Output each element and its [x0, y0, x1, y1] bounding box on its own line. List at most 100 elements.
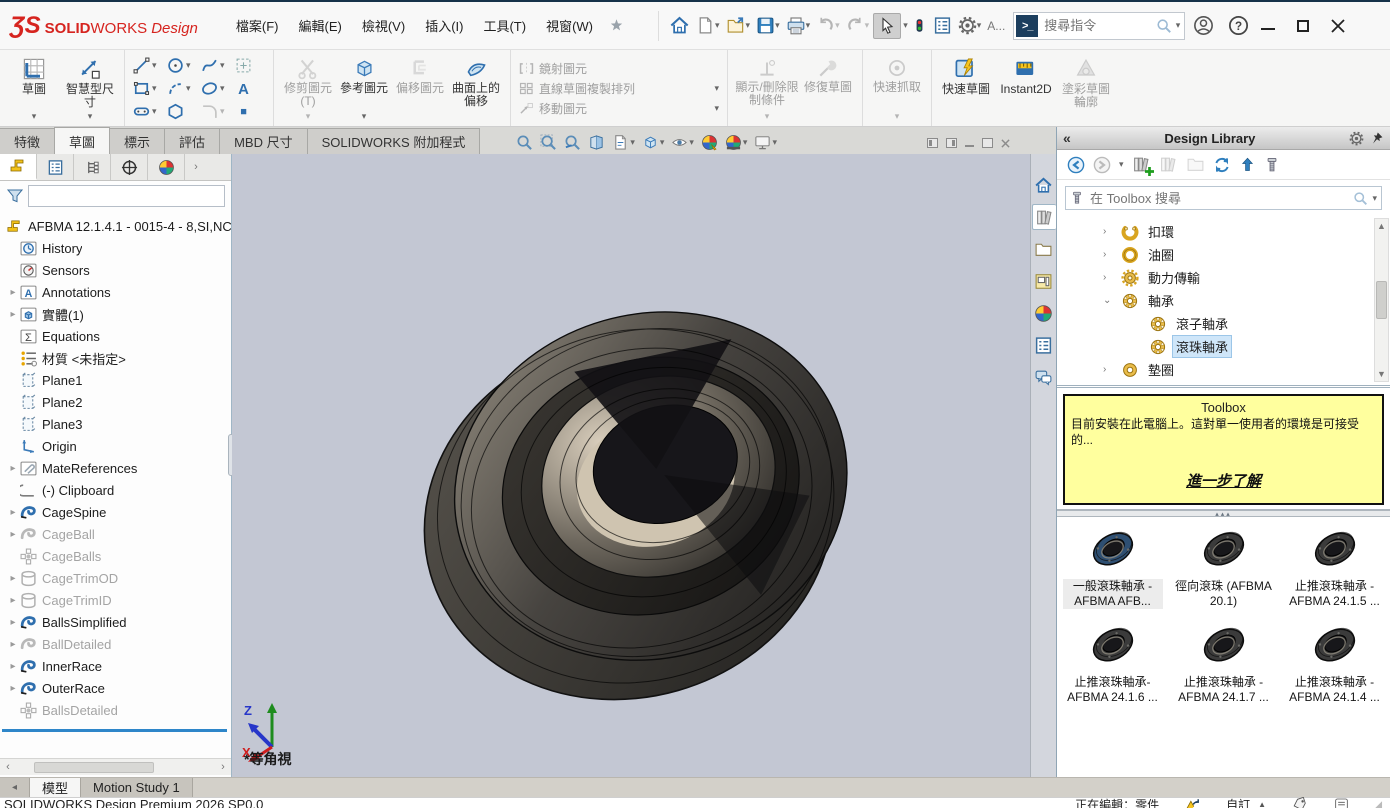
bearing-model[interactable] [412, 274, 872, 724]
tree-item-plane3[interactable]: Plane3 [0, 413, 231, 435]
previous-view-icon[interactable] [564, 134, 581, 151]
tab-propertymanager[interactable] [37, 154, 74, 180]
view-orientation-icon[interactable]: ▾ [642, 134, 665, 151]
tab-configurationmanager[interactable] [74, 154, 111, 180]
account-button[interactable] [1191, 11, 1216, 40]
pane-splitter[interactable]: ▴▴▴ [1057, 509, 1390, 517]
tree-item-plane1[interactable]: Plane1 [0, 369, 231, 391]
linear-sketch-pattern-button[interactable]: 直線草圖複製排列▾ [519, 80, 719, 97]
hide-show-items-icon[interactable]: ▾ [671, 134, 694, 151]
tab-dimxpertmanager[interactable] [111, 154, 148, 180]
tabs-scroll-icon[interactable]: ◂ [0, 778, 30, 797]
tree-item-plane2[interactable]: Plane2 [0, 391, 231, 413]
spline-tool[interactable]: ▾ [199, 54, 233, 76]
library-item-ball-bearings[interactable]: 滾珠軸承 [1057, 335, 1390, 358]
tab-solidworks-addins[interactable]: SOLIDWORKS 附加程式 [307, 128, 481, 154]
tab-features[interactable]: 特徵 [0, 128, 55, 154]
sketch-button[interactable]: 草圖▾ [6, 54, 62, 122]
tab-motion-study-1[interactable]: Motion Study 1 [81, 778, 193, 797]
refresh-button[interactable] [1213, 156, 1231, 174]
strip-appearances-icon[interactable] [1032, 300, 1056, 326]
pane-settings-gear-icon[interactable] [1349, 131, 1364, 146]
strip-file-explorer-icon[interactable] [1032, 236, 1056, 262]
save-button[interactable]: ▾ [754, 12, 782, 39]
scroll-thumb[interactable] [34, 762, 154, 773]
strip-home-icon[interactable] [1032, 172, 1056, 198]
toolbox-search-input[interactable] [1088, 190, 1349, 207]
search-icon[interactable] [1156, 18, 1172, 34]
tree-item-solid-bodies[interactable]: ▸實體(1) [0, 303, 231, 325]
strip-view-palette-icon[interactable] [1032, 268, 1056, 294]
tree-item-cagespine[interactable]: ▸CageSpine [0, 501, 231, 523]
library-thumbnail[interactable]: 止推滾珠軸承 - AFBMA 24.1.4 ... [1279, 619, 1390, 705]
units-selector[interactable]: 自訂▲ [1226, 796, 1266, 808]
repair-sketch-button[interactable]: 修復草圖 [800, 54, 856, 122]
menu-file[interactable]: 檔案(F) [226, 10, 289, 41]
tab-featuremanager-tree[interactable] [0, 154, 37, 180]
polygon-tool[interactable] [165, 100, 199, 122]
close-button[interactable] [1331, 19, 1345, 33]
tab-markup[interactable]: 標示 [109, 128, 165, 154]
offset-entities-button[interactable]: 偏移圖元 [392, 54, 448, 122]
tag-icon[interactable] [1292, 797, 1308, 808]
tab-evaluate[interactable]: 評估 [164, 128, 220, 154]
select-tool-button[interactable] [873, 13, 901, 39]
tree-horizontal-scrollbar[interactable]: ‹ › [0, 758, 231, 775]
graphics-viewport[interactable]: Z X *等角視 [232, 154, 1030, 777]
tree-item-cageballs[interactable]: CageBalls [0, 545, 231, 567]
settings-gear-button[interactable]: ▾ [956, 12, 984, 39]
rectangle-tool[interactable]: ▾ [131, 77, 165, 99]
viewport-close-icon[interactable] [1001, 139, 1010, 148]
dock-left-icon[interactable] [927, 138, 938, 148]
offset-on-surface-button[interactable]: 曲面上的偏移 [448, 54, 504, 122]
tree-item-balldetailed[interactable]: ▸BallDetailed [0, 633, 231, 655]
search-dropdown[interactable]: ▾ [1372, 194, 1377, 203]
tree-item-equations[interactable]: Equations [0, 325, 231, 347]
library-item-washers[interactable]: ›墊圈 [1057, 358, 1390, 381]
point-tool[interactable] [233, 100, 267, 122]
smart-dimension-button[interactable]: 智慧型尺寸▾ [62, 54, 118, 122]
zoom-area-icon[interactable] [540, 134, 557, 151]
apply-scene-icon[interactable]: ▾ [725, 134, 748, 151]
tree-item-outerrace[interactable]: ▸OuterRace [0, 677, 231, 699]
performance-lights-icon[interactable] [910, 12, 929, 39]
library-item-bearings[interactable]: ⌄軸承 [1057, 289, 1390, 312]
menu-insert[interactable]: 插入(I) [415, 10, 473, 41]
command-search-input[interactable] [1038, 18, 1155, 33]
annotation-views-icon[interactable]: ▾ [612, 134, 635, 151]
tree-item-ballsdetailed[interactable]: BallsDetailed [0, 699, 231, 721]
open-folder-button[interactable] [1186, 155, 1205, 174]
circle-tool[interactable]: ▾ [165, 54, 199, 76]
strip-custom-properties-icon[interactable] [1032, 332, 1056, 358]
tree-root[interactable]: AFBMA 12.1.4.1 - 0015-4 - 8,SI,NC,8 [0, 215, 231, 237]
menu-edit[interactable]: 編輯(E) [289, 10, 352, 41]
scroll-left-icon[interactable]: ‹ [0, 761, 16, 773]
library-thumbnail[interactable]: 一般滾珠軸承 - AFBMA AFB... [1057, 523, 1168, 609]
tree-item-cageball[interactable]: ▸CageBall [0, 523, 231, 545]
menu-tools[interactable]: 工具(T) [473, 10, 536, 41]
tree-item-annotations[interactable]: ▸Annotations [0, 281, 231, 303]
mirror-entities-button[interactable]: 鏡射圖元 [519, 60, 719, 77]
pane-pin-icon[interactable] [1370, 131, 1384, 145]
view-settings-icon[interactable]: ▾ [754, 134, 777, 151]
display-delete-relations-button[interactable]: 顯示/刪除限制條件▾ [734, 54, 800, 122]
filter-funnel-icon[interactable] [6, 187, 24, 205]
search-icon[interactable] [1353, 191, 1368, 206]
tree-item-material[interactable]: 材質 <未指定> [0, 347, 231, 369]
library-thumbnail[interactable]: 止推滾珠軸承 - AFBMA 24.1.5 ... [1279, 523, 1390, 609]
library-item-roller-bearings[interactable]: 滾子軸承 [1057, 312, 1390, 335]
zoom-fit-icon[interactable] [516, 134, 533, 151]
help-button[interactable] [1226, 11, 1251, 40]
shaded-sketch-contours-button[interactable]: 塗彩草圖輪廓 [1058, 54, 1114, 122]
line-tool[interactable]: ▾ [131, 54, 165, 76]
tree-item-history[interactable]: History [0, 237, 231, 259]
toolbox-config-icon[interactable] [1264, 157, 1280, 173]
tree-item-clipboard[interactable]: (-) Clipboard [0, 479, 231, 501]
tree-item-origin[interactable]: Origin [0, 435, 231, 457]
library-item-retaining-rings[interactable]: ›扣環 [1057, 220, 1390, 243]
scroll-down-icon[interactable]: ▼ [1377, 369, 1386, 379]
home-button[interactable] [667, 11, 692, 40]
slot-tool[interactable]: ▾ [131, 100, 165, 122]
note-icon[interactable] [1334, 797, 1349, 808]
scroll-up-icon[interactable]: ▲ [1377, 221, 1386, 231]
